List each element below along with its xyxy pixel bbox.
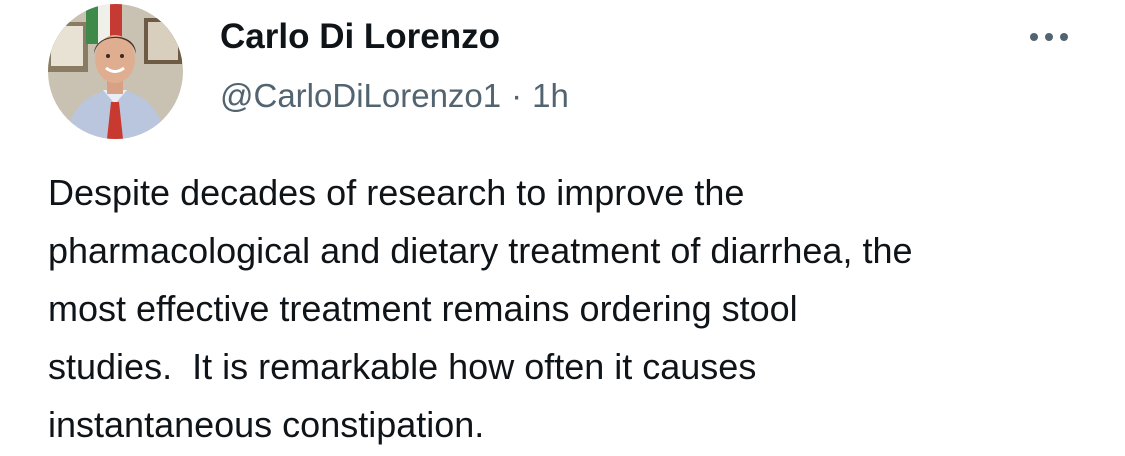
avatar[interactable]: [48, 4, 183, 139]
tweet-timestamp[interactable]: 1h: [532, 77, 569, 114]
tweet-text-line: Despite decades of research to improve t…: [48, 172, 745, 213]
author-meta: @CarloDiLorenzo1 · 1h: [220, 74, 569, 118]
tweet-text-line: instantaneous constipation.: [48, 404, 485, 445]
tweet-text: Despite decades of research to improve t…: [48, 164, 1108, 454]
more-options-icon: [1030, 33, 1068, 41]
tweet: Carlo Di Lorenzo @CarloDiLorenzo1 · 1h Des…: [0, 0, 1125, 456]
author-handle[interactable]: @CarloDiLorenzo1: [220, 77, 501, 114]
avatar-photo: [48, 4, 183, 139]
tweet-text-line: pharmacological and dietary treatment of…: [48, 230, 913, 271]
more-options-button[interactable]: [1024, 22, 1080, 52]
author-display-name[interactable]: Carlo Di Lorenzo: [220, 15, 500, 59]
tweet-text-line: most effective treatment remains orderin…: [48, 288, 798, 329]
meta-separator: ·: [511, 77, 523, 114]
tweet-text-line: studies. It is remarkable how often it c…: [48, 346, 757, 387]
